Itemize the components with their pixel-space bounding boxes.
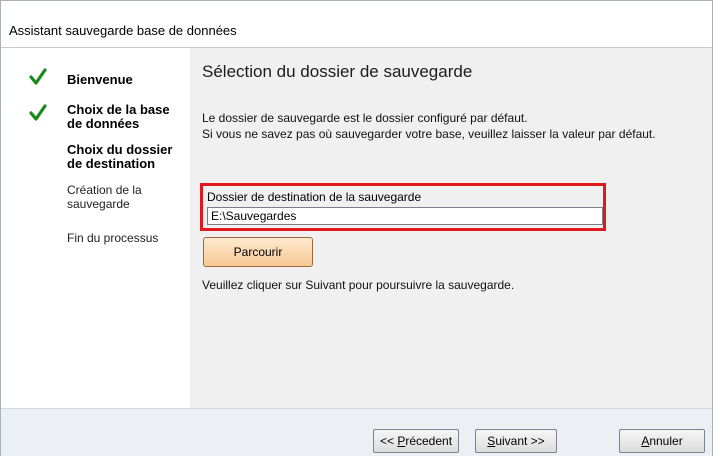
step-label: de données — [67, 116, 140, 131]
footer-bar: << Précedent Suivant >> Annuler — [1, 408, 712, 456]
next-label: uivant >> — [495, 434, 545, 448]
step-label: Création de la — [67, 183, 142, 197]
checkmark-icon — [29, 68, 47, 85]
step-label: Choix de la base — [67, 102, 170, 117]
next-button[interactable]: Suivant >> — [475, 429, 557, 453]
cancel-button[interactable]: Annuler — [619, 429, 705, 453]
step-label: de destination — [67, 156, 156, 171]
step-welcome: Bienvenue — [67, 73, 189, 87]
page-title: Sélection du dossier de sauvegarde — [202, 62, 473, 81]
title-bar: Assistant sauvegarde base de données — [1, 1, 712, 48]
description-line-1: Le dossier de sauvegarde est le dossier … — [202, 111, 528, 125]
destination-label: Dossier de destination de la sauvegarde — [207, 190, 422, 204]
destination-path-input[interactable] — [207, 207, 603, 225]
previous-button[interactable]: << Précedent — [373, 429, 459, 453]
steps-sidebar: Bienvenue Choix de la base de données Ch… — [1, 48, 190, 408]
step-label: sauvegarde — [67, 197, 130, 211]
browse-button[interactable]: Parcourir — [203, 237, 313, 267]
continue-instruction: Veuillez cliquer sur Suivant pour poursu… — [202, 278, 515, 292]
wizard-window: Assistant sauvegarde base de données Bie… — [0, 0, 713, 456]
step-database-choice: Choix de la base de données — [67, 103, 189, 131]
cancel-label: nnuler — [649, 434, 683, 448]
previous-label: récedent — [405, 434, 453, 448]
step-label: Choix du dossier — [67, 142, 173, 157]
step-label: Fin du processus — [67, 231, 159, 245]
window-title: Assistant sauvegarde base de données — [9, 23, 237, 38]
step-process-end: Fin du processus — [67, 231, 189, 245]
destination-highlight: Dossier de destination de la sauvegarde — [200, 183, 606, 231]
step-label: Bienvenue — [67, 72, 133, 87]
description-line-2: Si vous ne savez pas où sauvegarder votr… — [202, 127, 656, 141]
checkmark-icon — [29, 104, 47, 121]
main-panel: Sélection du dossier de sauvegarde Le do… — [190, 48, 712, 408]
step-destination-choice: Choix du dossier de destination — [67, 143, 189, 171]
previous-prefix: << — [379, 434, 398, 448]
step-backup-creation: Création de la sauvegarde — [67, 183, 189, 211]
